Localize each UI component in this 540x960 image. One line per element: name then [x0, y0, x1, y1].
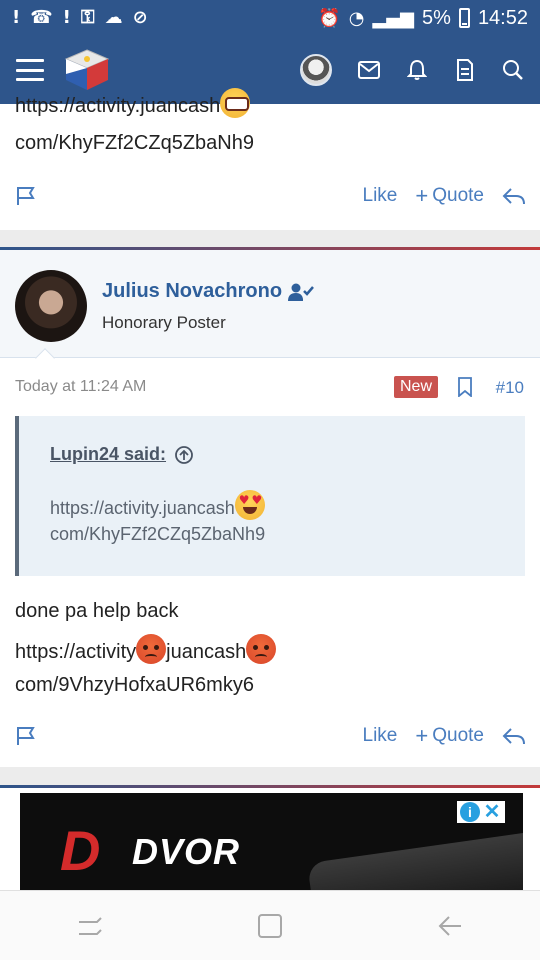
ad-product-image — [307, 827, 523, 893]
ad-brand-name: DVOR — [132, 831, 241, 872]
user-title: Honorary Poster — [102, 313, 226, 332]
back-icon[interactable] — [430, 906, 470, 946]
ad-banner: D DVOR i ✕ — [0, 785, 540, 893]
grin-emoji-icon — [220, 88, 251, 118]
plus-icon: + — [415, 183, 429, 208]
post-body-link-line3[interactable]: com/9VhzyHofxaUR6mky6 — [15, 674, 254, 697]
post-meta: Today at 11:24 AM New #10 — [0, 374, 540, 400]
signal-icon: ▂▄▆ — [372, 7, 415, 29]
post-actions: Like + Quote — [0, 721, 540, 751]
user-avatar[interactable] — [15, 270, 87, 342]
bell-icon[interactable] — [406, 59, 428, 81]
arrow-up-circle-icon[interactable] — [174, 445, 194, 465]
ad-info-icon[interactable]: i — [460, 802, 480, 822]
new-badge: New — [394, 376, 439, 398]
reply-icon[interactable] — [502, 186, 526, 206]
data-saver-icon: ⊘ — [132, 7, 148, 28]
verified-user-icon — [288, 283, 314, 301]
quote-link-line2[interactable]: com/KhyFZf2CZq5ZbaNh9 — [50, 524, 265, 545]
bookmark-icon[interactable] — [457, 377, 473, 397]
quote-link-line1[interactable]: https://activity.juancash — [50, 490, 265, 520]
post-timestamp[interactable]: Today at 11:24 AM — [15, 378, 146, 396]
battery-percent: 5% — [422, 6, 451, 29]
ad-controls: i ✕ — [457, 801, 505, 823]
hamburger-icon[interactable] — [16, 59, 44, 81]
quote-button[interactable]: + Quote — [415, 725, 484, 747]
clock: 14:52 — [477, 6, 528, 29]
battery-icon — [458, 8, 470, 28]
site-logo[interactable] — [64, 48, 110, 92]
search-icon[interactable] — [502, 59, 524, 81]
envelope-icon[interactable] — [358, 59, 380, 81]
report-flag-icon[interactable] — [15, 185, 37, 207]
reply-icon[interactable] — [502, 726, 526, 746]
account-avatar[interactable] — [300, 54, 332, 86]
notification-alert-icon-2: ! — [62, 7, 71, 28]
ad-image[interactable]: D DVOR i ✕ — [20, 793, 523, 893]
post-body-link-line2[interactable]: https://activity juancash — [15, 634, 277, 664]
home-icon[interactable] — [250, 906, 290, 946]
previous-post-link-line2[interactable]: com/KhyFZf2CZq5ZbaNh9 — [15, 132, 254, 155]
quote-button[interactable]: + Quote — [415, 185, 484, 207]
post-body-line1: done pa help back — [15, 600, 179, 622]
cloud-icon: ☁ — [104, 7, 123, 28]
wifi-icon: ◔ — [348, 7, 365, 29]
status-bar: ! ☎ ! ⚿ ☁ ⊘ ⏰ ◔ ▂▄▆ 5% 14:52 — [0, 0, 540, 36]
username[interactable]: Julius Novachrono — [102, 280, 314, 303]
recent-apps-icon[interactable] — [70, 906, 110, 946]
post-user-block: Julius Novachrono Honorary Poster — [0, 250, 540, 358]
heart-eyes-emoji-icon — [234, 490, 265, 520]
phone-icon: ☎ — [30, 7, 53, 28]
alarm-icon: ⏰ — [318, 7, 341, 29]
like-button[interactable]: Like — [363, 725, 398, 747]
like-button[interactable]: Like — [363, 185, 398, 207]
post-card: Julius Novachrono Honorary Poster Today … — [0, 247, 540, 767]
notification-alert-icon: ! — [12, 7, 21, 28]
previous-post-link-line1[interactable]: https://activity.juancash — [15, 88, 251, 123]
previous-post: https://activity.juancash com/KhyFZf2CZq… — [0, 88, 540, 230]
ad-brand-mark: D — [60, 819, 101, 882]
angry-emoji-icon-2 — [246, 634, 277, 664]
system-nav-bar — [0, 890, 540, 960]
quote-author[interactable]: Lupin24 said: — [50, 444, 194, 465]
plus-icon: + — [415, 723, 429, 748]
angry-emoji-icon — [136, 634, 167, 664]
document-icon[interactable] — [454, 59, 476, 81]
previous-post-actions: Like + Quote — [0, 181, 540, 211]
key-icon: ⚿ — [80, 7, 95, 28]
ad-close-icon[interactable]: ✕ — [482, 802, 502, 822]
quote-block: Lupin24 said: https://activity.juancash … — [15, 416, 525, 576]
report-flag-icon[interactable] — [15, 725, 37, 747]
post-number[interactable]: #10 — [496, 378, 524, 398]
